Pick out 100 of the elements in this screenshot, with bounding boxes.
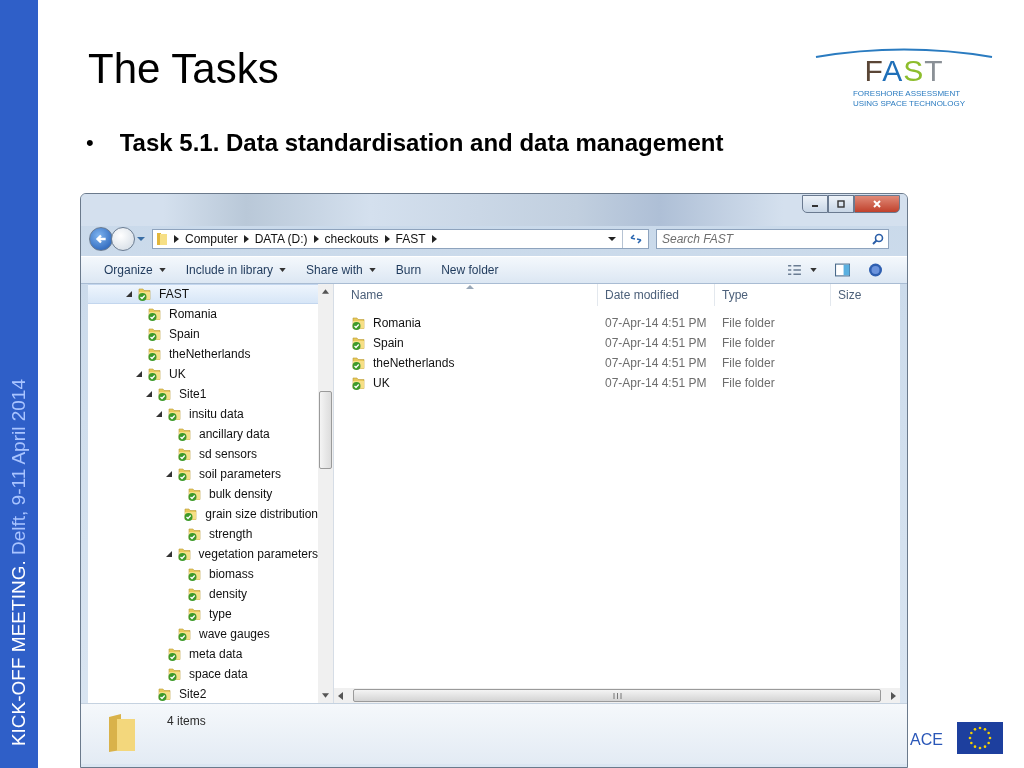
- tree-item[interactable]: type: [88, 604, 318, 624]
- breadcrumb-item[interactable]: DATA (D:): [254, 232, 308, 246]
- tree-item[interactable]: UK: [88, 364, 318, 384]
- toolbar-button[interactable]: Share with: [299, 260, 383, 280]
- folder-check-icon: [177, 626, 193, 642]
- tree-item[interactable]: Site1: [88, 384, 318, 404]
- file-name: theNetherlands: [373, 356, 455, 370]
- file-name: Romania: [373, 316, 422, 330]
- slide-title: The Tasks: [88, 48, 279, 90]
- breadcrumb-item[interactable]: FAST: [395, 232, 426, 246]
- file-type: File folder: [721, 336, 776, 350]
- folder-check-icon: [177, 426, 193, 442]
- vertical-scrollbar[interactable]: [318, 284, 333, 703]
- file-type: File folder: [721, 356, 776, 370]
- breadcrumb-item[interactable]: checkouts: [324, 232, 379, 246]
- tree-item[interactable]: meta data: [88, 644, 318, 664]
- folder-check-icon: [351, 315, 367, 331]
- tree-item[interactable]: sd sensors: [88, 444, 318, 464]
- tree-item[interactable]: density: [88, 584, 318, 604]
- folder-check-icon: [167, 406, 183, 422]
- tree-item[interactable]: ancillary data: [88, 424, 318, 444]
- folder-check-icon: [351, 335, 367, 351]
- tree-item[interactable]: strength: [88, 524, 318, 544]
- file-name: UK: [373, 376, 390, 390]
- tree-item[interactable]: space data: [88, 664, 318, 684]
- date-modified: 07-Apr-14 4:51 PM: [604, 316, 708, 330]
- maximize-button[interactable]: [828, 195, 854, 213]
- folder-check-icon: [167, 646, 183, 662]
- tree-item[interactable]: soil parameters: [88, 464, 318, 484]
- logo: FAST FORESHORE ASSESSMENT USING SPACE TECHNOLOGY: [814, 46, 994, 110]
- scrollbar-thumb[interactable]: [353, 689, 881, 702]
- tree-item[interactable]: wave gauges: [88, 624, 318, 644]
- toolbar-button[interactable]: New folder: [434, 260, 506, 280]
- close-button[interactable]: [854, 195, 900, 213]
- file-row[interactable]: theNetherlands 07-Apr-14 4:51 PM File folder: [334, 353, 900, 373]
- expanded-arrow-icon[interactable]: [126, 291, 132, 297]
- file-row[interactable]: UK 07-Apr-14 4:51 PM File folder: [334, 373, 900, 393]
- tree-item[interactable]: grain size distribution: [88, 504, 318, 524]
- date-modified: 07-Apr-14 4:51 PM: [604, 356, 708, 370]
- search-field[interactable]: Search FAST: [656, 229, 889, 249]
- tree-item[interactable]: bulk density: [88, 484, 318, 504]
- forward-button[interactable]: [111, 227, 135, 251]
- scroll-right-arrow-icon[interactable]: [891, 691, 896, 700]
- tree-item[interactable]: Spain: [88, 324, 318, 344]
- file-row[interactable]: Spain 07-Apr-14 4:51 PM File folder: [334, 333, 900, 353]
- dropdown-arrow-icon[interactable]: [608, 235, 616, 243]
- chevron-icon[interactable]: [174, 235, 179, 243]
- date-modified: 07-Apr-14 4:51 PM: [604, 336, 708, 350]
- address-bar[interactable]: Computer DATA (D:) checkouts FAST: [152, 229, 649, 249]
- list-view-icon: [787, 263, 802, 277]
- expanded-arrow-icon[interactable]: [146, 391, 152, 397]
- caret-icon: [279, 268, 287, 272]
- scroll-up-arrow-icon[interactable]: [322, 289, 329, 294]
- horizontal-scrollbar[interactable]: [334, 688, 900, 703]
- grip-icon: [612, 692, 622, 699]
- tree-item[interactable]: theNetherlands: [88, 344, 318, 364]
- search-icon[interactable]: [872, 233, 884, 245]
- folder-check-icon: [187, 586, 203, 602]
- scroll-down-arrow-icon[interactable]: [322, 693, 329, 698]
- caret-icon: [158, 268, 166, 272]
- chevron-icon[interactable]: [384, 235, 390, 243]
- breadcrumb-item[interactable]: Computer: [185, 232, 238, 246]
- folder-check-icon: [147, 306, 163, 322]
- preview-pane-icon: [835, 263, 850, 277]
- file-type: File folder: [721, 376, 776, 390]
- back-button[interactable]: [89, 227, 113, 251]
- expanded-arrow-icon[interactable]: [156, 411, 162, 417]
- toolbar-button[interactable]: Burn: [388, 260, 429, 280]
- footer-text: ACE: [910, 731, 943, 749]
- folder-check-icon: [147, 346, 163, 362]
- scroll-left-arrow-icon[interactable]: [338, 691, 343, 700]
- folder-check-icon: [176, 546, 193, 562]
- expanded-arrow-icon[interactable]: [166, 471, 172, 477]
- bullet-marker: •: [86, 130, 94, 156]
- expanded-arrow-icon[interactable]: [166, 551, 172, 557]
- close-icon: [872, 199, 882, 209]
- expanded-arrow-icon[interactable]: [136, 371, 142, 377]
- chevron-icon[interactable]: [431, 235, 437, 243]
- tree-item[interactable]: Site2: [88, 684, 318, 703]
- refresh-icon: [628, 233, 643, 245]
- maximize-icon: [836, 199, 846, 209]
- folder-check-icon: [167, 666, 183, 682]
- eu-flag-icon: [957, 722, 1003, 754]
- minimize-button[interactable]: [802, 195, 828, 213]
- scrollbar-thumb[interactable]: [319, 391, 332, 469]
- tree-item[interactable]: vegetation parameters: [88, 544, 318, 564]
- toolbar-button[interactable]: Organize: [97, 260, 173, 280]
- tree-item[interactable]: FAST: [88, 284, 318, 304]
- tree-item[interactable]: Romania: [88, 304, 318, 324]
- file-name: Spain: [373, 336, 404, 350]
- toolbar-button[interactable]: Include in library: [178, 260, 294, 280]
- tree-item[interactable]: insitu data: [88, 404, 318, 424]
- tree-item[interactable]: biomass: [88, 564, 318, 584]
- item-count: 4 items: [167, 714, 206, 728]
- caret-icon: [368, 268, 376, 272]
- chevron-icon[interactable]: [313, 235, 319, 243]
- folder-icon: [107, 713, 137, 753]
- chevron-icon[interactable]: [243, 235, 249, 243]
- file-type: File folder: [721, 316, 776, 330]
- file-row[interactable]: Romania 07-Apr-14 4:51 PM File folder: [334, 313, 900, 333]
